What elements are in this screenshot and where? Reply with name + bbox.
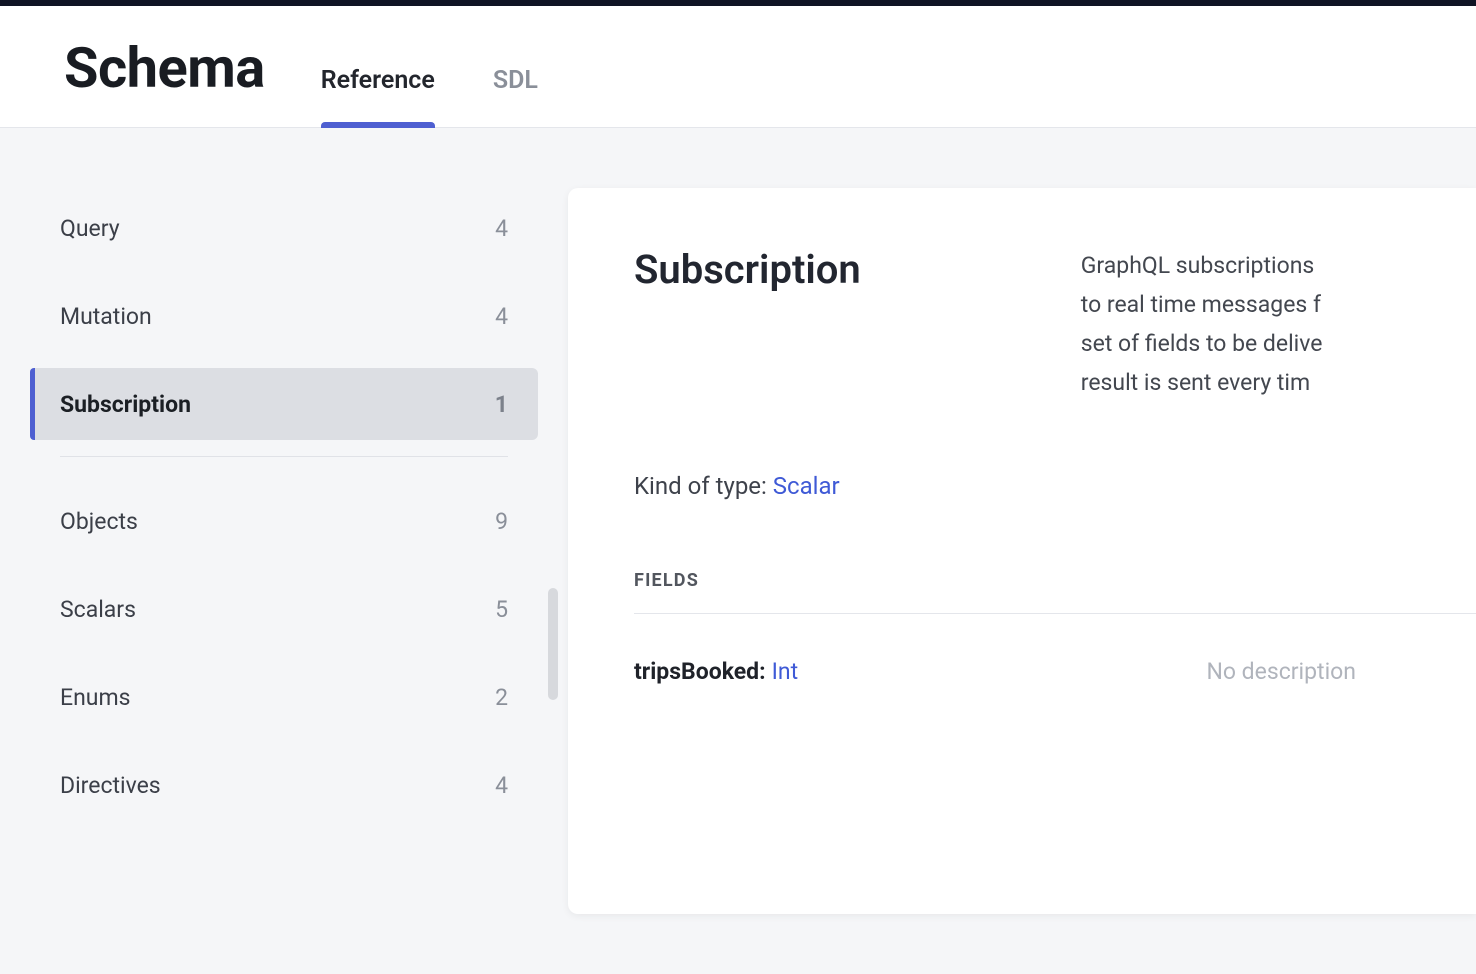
field-name[interactable]: tripsBooked: (634, 658, 766, 685)
fields-heading: FIELDS (634, 570, 1476, 591)
page-body: Query 4 Mutation 4 Subscription 1 Object… (0, 128, 1476, 974)
tab-sdl[interactable]: SDL (493, 66, 538, 127)
sidebar-item-label: Mutation (60, 303, 152, 330)
schema-sidebar: Query 4 Mutation 4 Subscription 1 Object… (0, 128, 568, 974)
sidebar-item-objects[interactable]: Objects 9 (30, 485, 538, 557)
page-title: Schema (64, 35, 265, 127)
type-description: GraphQL subscriptions to real time messa… (1081, 246, 1323, 402)
sidebar-scrollbar[interactable] (548, 588, 558, 700)
sidebar-item-count: 9 (495, 508, 508, 535)
type-title: Subscription (634, 246, 861, 293)
sidebar-item-label: Objects (60, 508, 138, 535)
field-description: No description (1206, 658, 1476, 685)
type-description-line: set of fields to be delive (1081, 324, 1323, 363)
sidebar-item-scalars[interactable]: Scalars 5 (30, 573, 538, 645)
sidebar-item-subscription[interactable]: Subscription 1 (30, 368, 538, 440)
type-description-line: to real time messages f (1081, 285, 1323, 324)
sidebar-item-count: 1 (495, 391, 508, 418)
sidebar-item-directives[interactable]: Directives 4 (30, 749, 538, 821)
field-row: tripsBooked: Int No description (634, 658, 1476, 685)
header-tabs: Reference SDL (321, 6, 538, 127)
type-description-line: result is sent every tim (1081, 363, 1323, 402)
kind-value-link[interactable]: Scalar (773, 472, 840, 500)
sidebar-item-label: Query (60, 215, 120, 242)
sidebar-item-label: Scalars (60, 596, 136, 623)
type-detail-head: Subscription GraphQL subscriptions to re… (634, 246, 1476, 402)
sidebar-item-query[interactable]: Query 4 (30, 192, 538, 264)
sidebar-item-count: 5 (495, 596, 508, 623)
kind-of-type-row: Kind of type: Scalar (634, 472, 1476, 500)
sidebar-item-enums[interactable]: Enums 2 (30, 661, 538, 733)
sidebar-item-label: Subscription (60, 391, 191, 418)
tab-reference[interactable]: Reference (321, 66, 435, 127)
type-description-line: GraphQL subscriptions (1081, 246, 1323, 285)
sidebar-item-count: 4 (495, 215, 508, 242)
sidebar-item-count: 2 (495, 684, 508, 711)
field-type-link[interactable]: Int (772, 658, 798, 685)
page-header: Schema Reference SDL (0, 6, 1476, 128)
sidebar-item-count: 4 (495, 303, 508, 330)
sidebar-item-mutation[interactable]: Mutation 4 (30, 280, 538, 352)
fields-divider (634, 613, 1476, 614)
kind-label: Kind of type: (634, 472, 773, 500)
sidebar-item-label: Directives (60, 772, 161, 799)
sidebar-divider (60, 456, 508, 457)
sidebar-item-label: Enums (60, 684, 131, 711)
type-detail-card: Subscription GraphQL subscriptions to re… (568, 188, 1476, 914)
sidebar-item-count: 4 (495, 772, 508, 799)
